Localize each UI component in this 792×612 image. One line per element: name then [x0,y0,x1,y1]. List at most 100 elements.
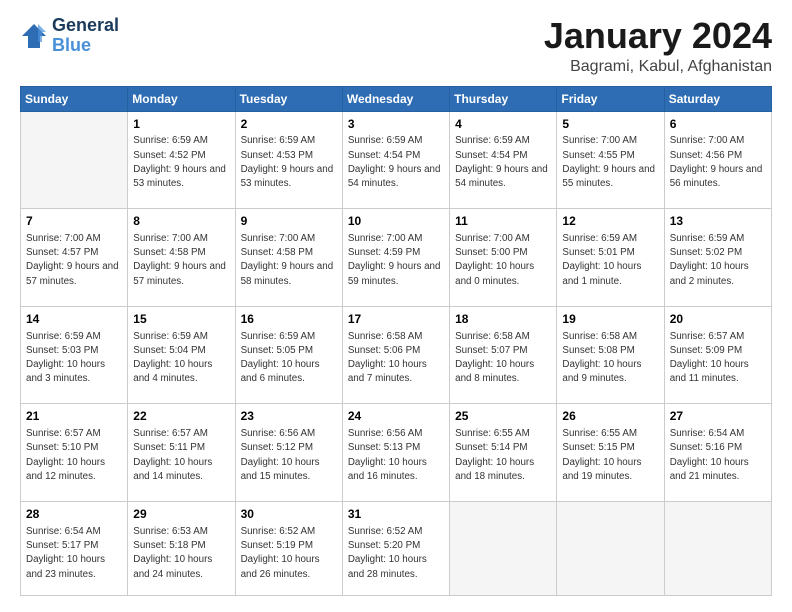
header: General Blue January 2024 Bagrami, Kabul… [20,16,772,76]
calendar-cell [557,502,664,596]
day-info: Sunrise: 6:56 AM Sunset: 5:13 PM Dayligh… [348,427,444,484]
calendar-cell: 11 Sunrise: 7:00 AM Sunset: 5:00 PM Dayli… [450,209,557,307]
day-info: Sunrise: 6:59 AM Sunset: 4:54 PM Dayligh… [348,134,444,191]
calendar-week-row: 28Sunrise: 6:54 AM Sunset: 5:17 PM Dayli… [21,502,772,596]
day-info: Sunrise: 6:55 AM Sunset: 5:14 PM Dayligh… [455,427,551,484]
day-info: Sunrise: 6:59 AM Sunset: 5:03 PM Dayligh… [26,330,122,387]
day-info: Sunrise: 6:58 AM Sunset: 5:07 PM Dayligh… [455,330,551,387]
calendar-cell: 5Sunrise: 7:00 AM Sunset: 4:55 PM Daylig… [557,111,664,209]
subtitle: Bagrami, Kabul, Afghanistan [544,58,772,76]
calendar-cell: 28Sunrise: 6:54 AM Sunset: 5:17 PM Dayli… [21,502,128,596]
day-number: 29 [133,506,229,523]
day-info: Sunrise: 6:59 AM Sunset: 5:01 PM Dayligh… [562,232,658,289]
calendar-cell: 27Sunrise: 6:54 AM Sunset: 5:16 PM Dayli… [664,404,771,502]
day-number: 26 [562,408,658,425]
day-info: Sunrise: 6:59 AM Sunset: 4:54 PM Dayligh… [455,134,551,191]
calendar-cell [450,502,557,596]
day-info: Sunrise: 7:00 AM Sunset: 5:00 PM Dayligh… [455,232,551,289]
calendar-cell: 7Sunrise: 7:00 AM Sunset: 4:57 PM Daylig… [21,209,128,307]
calendar-cell: 4Sunrise: 6:59 AM Sunset: 4:54 PM Daylig… [450,111,557,209]
day-number: 25 [455,408,551,425]
day-number: 31 [348,506,444,523]
calendar-day-header: Saturday [664,86,771,111]
calendar-cell: 23 Sunrise: 6:56 AM Sunset: 5:12 PM Dayli… [235,404,342,502]
calendar-week-row: 7Sunrise: 7:00 AM Sunset: 4:57 PM Daylig… [21,209,772,307]
page: General Blue January 2024 Bagrami, Kabul… [0,0,792,612]
calendar-day-header: Thursday [450,86,557,111]
calendar-day-header: Tuesday [235,86,342,111]
calendar-cell: 13 Sunrise: 6:59 AM Sunset: 5:02 PM Dayli… [664,209,771,307]
day-info: Sunrise: 7:00 AM Sunset: 4:58 PM Dayligh… [241,232,337,289]
calendar-cell: 16 Sunrise: 6:59 AM Sunset: 5:05 PM Dayli… [235,306,342,404]
calendar-cell: 21 Sunrise: 6:57 AM Sunset: 5:10 PM Dayli… [21,404,128,502]
day-number: 30 [241,506,337,523]
day-info: Sunrise: 6:52 AM Sunset: 5:19 PM Dayligh… [241,525,337,582]
day-info: Sunrise: 6:52 AM Sunset: 5:20 PM Dayligh… [348,525,444,582]
day-info: Sunrise: 6:59 AM Sunset: 4:52 PM Dayligh… [133,134,229,191]
day-number: 23 [241,408,337,425]
day-number: 22 [133,408,229,425]
day-number: 6 [670,116,766,133]
calendar-cell: 8Sunrise: 7:00 AM Sunset: 4:58 PM Daylig… [128,209,235,307]
calendar-cell: 24 Sunrise: 6:56 AM Sunset: 5:13 PM Dayli… [342,404,449,502]
calendar-cell: 10 Sunrise: 7:00 AM Sunset: 4:59 PM Dayli… [342,209,449,307]
calendar-cell [21,111,128,209]
day-number: 13 [670,213,766,230]
logo: General Blue [20,16,119,56]
day-number: 12 [562,213,658,230]
day-number: 2 [241,116,337,133]
day-info: Sunrise: 6:53 AM Sunset: 5:18 PM Dayligh… [133,525,229,582]
calendar-cell: 3Sunrise: 6:59 AM Sunset: 4:54 PM Daylig… [342,111,449,209]
day-number: 3 [348,116,444,133]
day-number: 10 [348,213,444,230]
calendar-header-row: SundayMondayTuesdayWednesdayThursdayFrid… [21,86,772,111]
day-number: 19 [562,311,658,328]
calendar-day-header: Monday [128,86,235,111]
day-number: 15 [133,311,229,328]
calendar-cell: 2Sunrise: 6:59 AM Sunset: 4:53 PM Daylig… [235,111,342,209]
calendar-day-header: Friday [557,86,664,111]
calendar-week-row: 21 Sunrise: 6:57 AM Sunset: 5:10 PM Dayli… [21,404,772,502]
day-number: 17 [348,311,444,328]
main-title: January 2024 [544,16,772,56]
day-info: Sunrise: 6:56 AM Sunset: 5:12 PM Dayligh… [241,427,337,484]
calendar-cell: 12 Sunrise: 6:59 AM Sunset: 5:01 PM Dayli… [557,209,664,307]
calendar-day-header: Sunday [21,86,128,111]
day-info: Sunrise: 6:59 AM Sunset: 5:04 PM Dayligh… [133,330,229,387]
calendar-cell: 25 Sunrise: 6:55 AM Sunset: 5:14 PM Dayli… [450,404,557,502]
day-info: Sunrise: 6:55 AM Sunset: 5:15 PM Dayligh… [562,427,658,484]
day-number: 11 [455,213,551,230]
logo-icon [20,22,48,50]
calendar-week-row: 14 Sunrise: 6:59 AM Sunset: 5:03 PM Dayli… [21,306,772,404]
day-info: Sunrise: 7:00 AM Sunset: 4:55 PM Dayligh… [562,134,658,191]
day-number: 8 [133,213,229,230]
day-number: 16 [241,311,337,328]
day-info: Sunrise: 7:00 AM Sunset: 4:56 PM Dayligh… [670,134,766,191]
day-info: Sunrise: 6:54 AM Sunset: 5:16 PM Dayligh… [670,427,766,484]
day-number: 20 [670,311,766,328]
day-info: Sunrise: 6:58 AM Sunset: 5:06 PM Dayligh… [348,330,444,387]
calendar-cell [664,502,771,596]
day-info: Sunrise: 6:59 AM Sunset: 5:02 PM Dayligh… [670,232,766,289]
calendar-cell: 18 Sunrise: 6:58 AM Sunset: 5:07 PM Dayli… [450,306,557,404]
day-number: 1 [133,116,229,133]
day-number: 14 [26,311,122,328]
calendar-week-row: 1Sunrise: 6:59 AM Sunset: 4:52 PM Daylig… [21,111,772,209]
day-number: 24 [348,408,444,425]
calendar-cell: 26 Sunrise: 6:55 AM Sunset: 5:15 PM Dayli… [557,404,664,502]
calendar-table: SundayMondayTuesdayWednesdayThursdayFrid… [20,86,772,596]
day-number: 7 [26,213,122,230]
day-info: Sunrise: 6:57 AM Sunset: 5:10 PM Dayligh… [26,427,122,484]
day-number: 21 [26,408,122,425]
day-number: 18 [455,311,551,328]
calendar-cell: 14 Sunrise: 6:59 AM Sunset: 5:03 PM Dayli… [21,306,128,404]
title-block: January 2024 Bagrami, Kabul, Afghanistan [544,16,772,76]
day-number: 9 [241,213,337,230]
calendar-cell: 29 Sunrise: 6:53 AM Sunset: 5:18 PM Dayli… [128,502,235,596]
calendar-day-header: Wednesday [342,86,449,111]
calendar-cell: 15 Sunrise: 6:59 AM Sunset: 5:04 PM Dayli… [128,306,235,404]
calendar-cell: 30 Sunrise: 6:52 AM Sunset: 5:19 PM Dayli… [235,502,342,596]
day-info: Sunrise: 7:00 AM Sunset: 4:59 PM Dayligh… [348,232,444,289]
calendar-cell: 31 Sunrise: 6:52 AM Sunset: 5:20 PM Dayli… [342,502,449,596]
day-info: Sunrise: 6:59 AM Sunset: 5:05 PM Dayligh… [241,330,337,387]
